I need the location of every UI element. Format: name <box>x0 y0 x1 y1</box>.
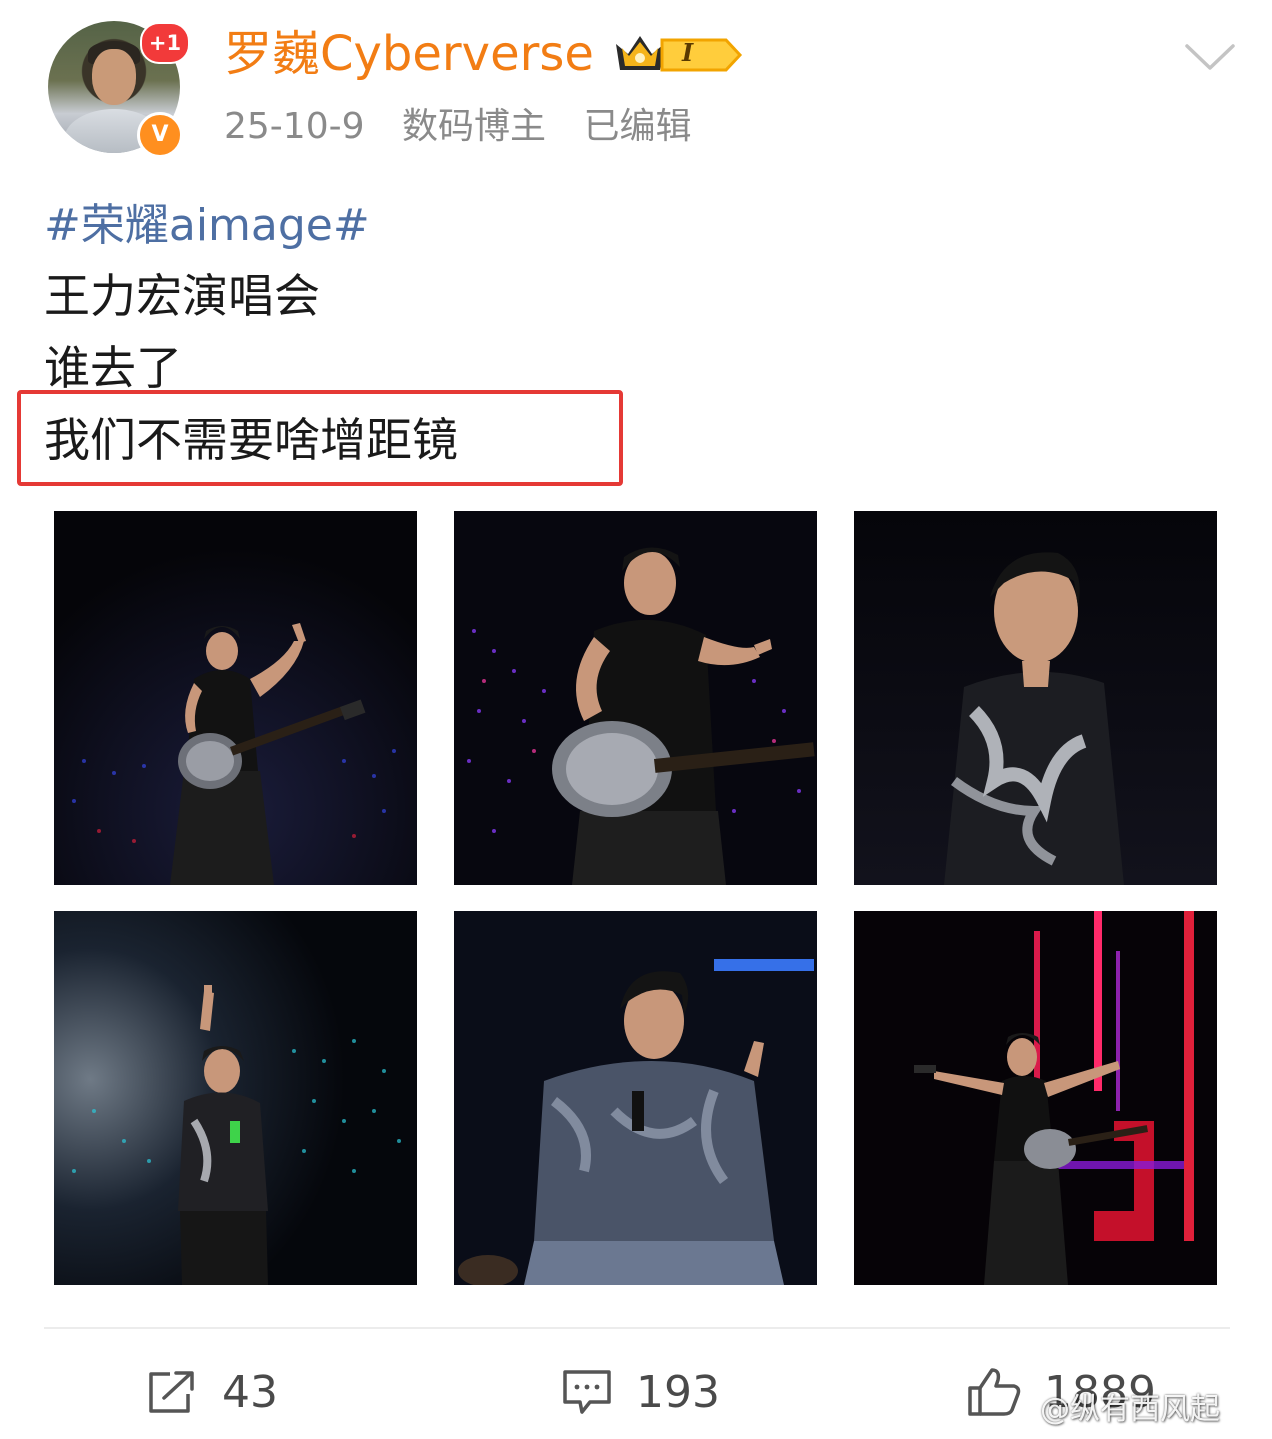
level-badge[interactable]: I <box>660 36 744 74</box>
concert-photo-guitar-closeup <box>454 511 817 885</box>
highlight-box <box>17 390 623 486</box>
post-text-line: 王力宏演唱会 <box>44 269 320 323</box>
concert-photo-pointing-up <box>54 911 417 1285</box>
repost-button[interactable]: 43 <box>146 1362 278 1422</box>
comment-button[interactable]: 193 <box>560 1362 720 1422</box>
notification-badge: +1 <box>140 22 190 64</box>
comment-icon <box>563 1370 611 1414</box>
divider <box>44 1327 1230 1329</box>
concert-photo-guitar-pointing <box>54 511 417 885</box>
username[interactable]: 罗巍Cyberverse <box>224 24 594 84</box>
avatar-face <box>92 49 136 105</box>
comment-count: 193 <box>636 1366 720 1418</box>
concert-photo-smiling-portrait <box>854 511 1217 885</box>
verified-badge-icon: V <box>137 112 183 158</box>
concert-photo-denim-jacket <box>454 911 817 1285</box>
thumbs-up-icon <box>968 1368 1021 1416</box>
user-tag: 数码博主 <box>401 106 546 147</box>
level-badge-text: I <box>682 38 694 67</box>
repost-icon <box>149 1371 194 1413</box>
concert-photo-6[interactable] <box>854 911 1217 1285</box>
post-text-line: 谁去了 <box>44 341 182 395</box>
concert-photo-arms-outstretched <box>854 911 1217 1285</box>
concert-photo-4[interactable] <box>54 911 417 1285</box>
concert-photo-1[interactable] <box>54 511 417 885</box>
concert-photo-5[interactable] <box>454 911 817 1285</box>
repost-count: 43 <box>222 1366 278 1418</box>
level-badge-shape-icon <box>660 38 743 72</box>
concert-photo-3[interactable] <box>854 511 1217 885</box>
edited-label[interactable]: 已编辑 <box>583 106 691 147</box>
post-meta: 25-10-9 数码博主 已编辑 <box>224 104 717 150</box>
chevron-down-icon[interactable] <box>1184 42 1236 72</box>
watermark: @纵有西风起 <box>1040 1392 1220 1427</box>
hashtag-link[interactable]: #荣耀aimage# <box>44 196 370 256</box>
post-date: 25-10-9 <box>224 106 365 147</box>
concert-photo-2[interactable] <box>454 511 817 885</box>
